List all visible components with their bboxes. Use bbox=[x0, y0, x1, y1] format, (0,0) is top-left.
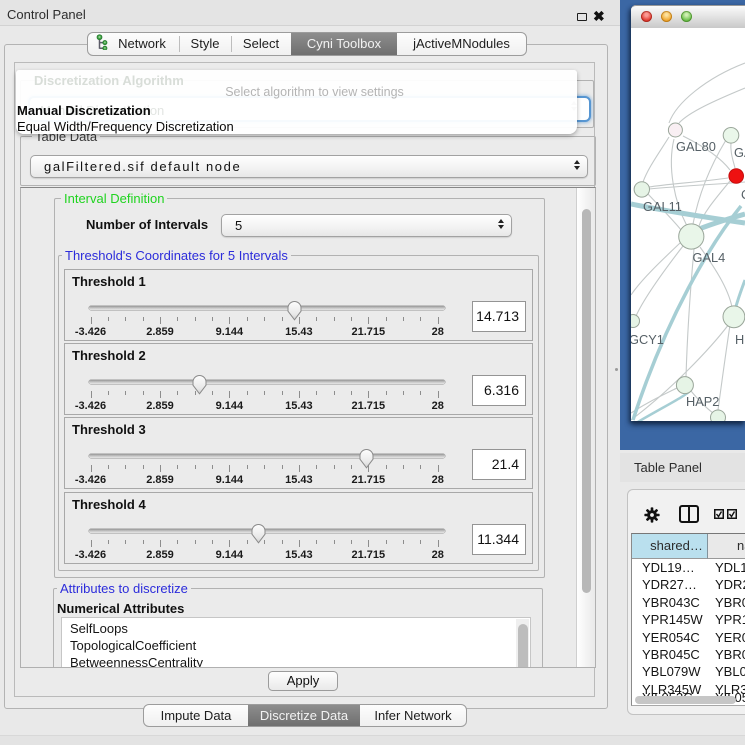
svg-text:C: C bbox=[741, 187, 745, 202]
svg-text:GAL80: GAL80 bbox=[676, 139, 716, 154]
svg-text:GAL11: GAL11 bbox=[643, 199, 682, 214]
svg-text:H: H bbox=[735, 332, 744, 347]
svg-text:GCY1: GCY1 bbox=[631, 332, 664, 347]
svg-text:HAP2: HAP2 bbox=[686, 394, 719, 409]
svg-text:GA: GA bbox=[734, 145, 745, 160]
svg-text:GAL4: GAL4 bbox=[693, 250, 726, 265]
